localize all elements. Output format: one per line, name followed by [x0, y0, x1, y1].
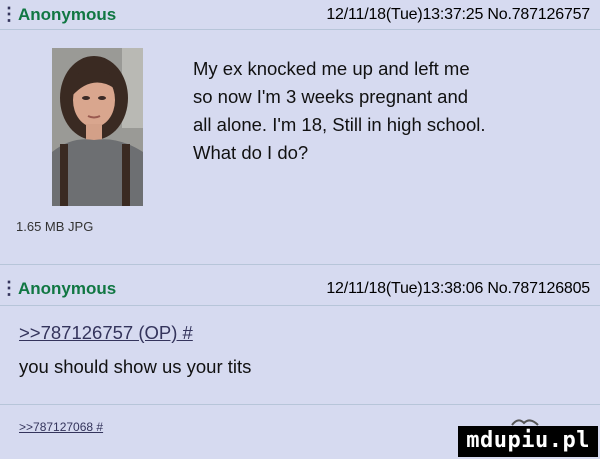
reply-comment: you should show us your tits — [19, 356, 252, 377]
photo-of-person-icon — [52, 48, 143, 206]
comment-line: My ex knocked me up and left me — [193, 58, 470, 79]
comment-line: all alone. I'm 18, Still in high school. — [193, 114, 486, 135]
post-header: ⋮ Anonymous 12/11/18(Tue)13:37:25 No.787… — [0, 0, 600, 30]
post-divider — [0, 264, 600, 265]
poster-name: Anonymous — [18, 4, 117, 24]
post-dateline: 12/11/18(Tue)13:38:06 No.787126805 — [326, 279, 590, 297]
post-menu-icon[interactable]: ⋮ — [0, 278, 18, 299]
post-body: My ex knocked me up and left me so now I… — [0, 31, 600, 261]
poster-name: Anonymous — [18, 278, 117, 298]
op-quotelink[interactable]: >>787126757 (OP) # — [19, 322, 193, 343]
post-dateline: 12/11/18(Tue)13:37:25 No.787126757 — [326, 5, 590, 23]
comment-line: so now I'm 3 weeks pregnant and — [193, 86, 469, 107]
post-thumbnail[interactable] — [52, 48, 143, 206]
reply-quotelink[interactable]: >>787127068 # — [19, 420, 103, 434]
post-comment: My ex knocked me up and left me so now I… — [193, 55, 588, 167]
watermark-logo: mdupiu.pl — [458, 426, 598, 457]
reply-quotelink-line: >>787126757 (OP) # — [19, 322, 193, 344]
post-divider — [0, 404, 600, 405]
comment-line: What do I do? — [193, 142, 309, 163]
file-info: 1.65 MB JPG — [16, 219, 94, 234]
post-header: ⋮ Anonymous 12/11/18(Tue)13:38:06 No.787… — [0, 272, 600, 306]
post-menu-icon[interactable]: ⋮ — [0, 4, 18, 25]
